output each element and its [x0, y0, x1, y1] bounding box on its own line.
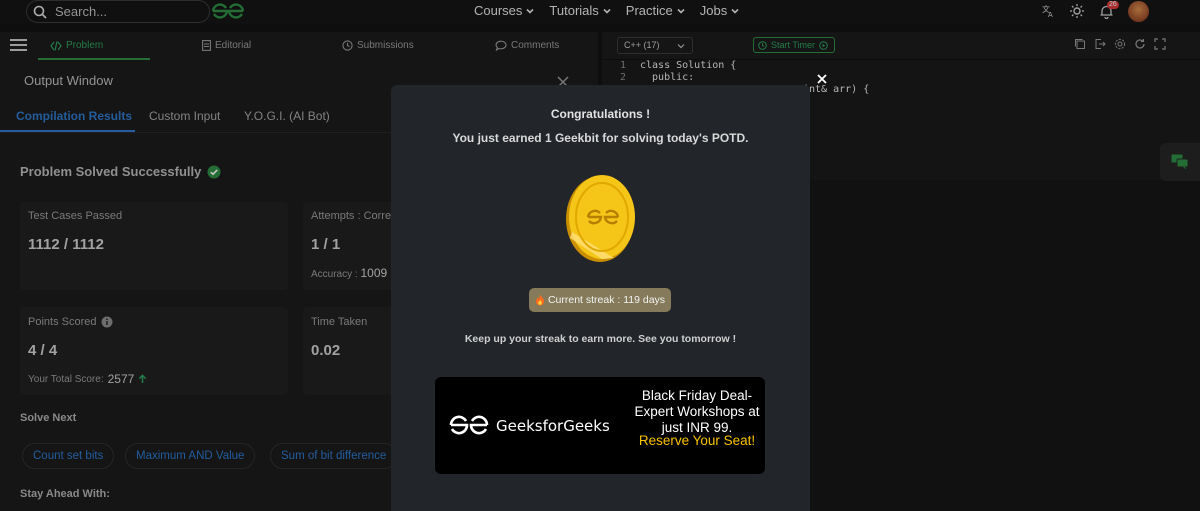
- points-label-row: Points Scored: [28, 316, 113, 328]
- nav-label: Tutorials: [549, 3, 599, 18]
- geekbit-coin-icon: [562, 172, 638, 264]
- line-number: 2: [620, 72, 627, 83]
- tab-comments[interactable]: Comments: [495, 40, 559, 51]
- fire-icon: [535, 294, 545, 306]
- tab-problem-label: Problem: [66, 40, 104, 51]
- search-placeholder: Search...: [55, 4, 108, 19]
- copy-icon[interactable]: [1074, 38, 1086, 50]
- promo-cta[interactable]: Reserve Your Seat!: [629, 433, 765, 449]
- solve-next-chip[interactable]: Count set bits: [22, 443, 115, 469]
- points-value: 4 / 4: [28, 342, 58, 359]
- nav-practice[interactable]: Practice: [626, 3, 686, 18]
- main-nav: Courses Tutorials Practice Jobs: [474, 3, 740, 18]
- tab-submissions-label: Submissions: [357, 40, 414, 51]
- solve-next-chip[interactable]: Maximum AND Value: [125, 443, 256, 469]
- chevron-down-icon: [676, 6, 686, 16]
- accuracy-row: Accuracy : 1009: [311, 266, 387, 280]
- chevron-down-icon: [602, 6, 612, 16]
- gfg-logo-icon[interactable]: [210, 1, 246, 21]
- translate-icon[interactable]: 文A: [1041, 4, 1055, 18]
- gfg-logo-icon: [448, 414, 490, 436]
- total-score-row: Your Total Score: 2577: [28, 372, 147, 386]
- attempts-value: 1 / 1: [311, 236, 341, 253]
- nav-label: Practice: [625, 3, 673, 18]
- menu-icon[interactable]: [10, 38, 27, 52]
- play-icon: [819, 40, 828, 50]
- code-icon: [50, 40, 62, 51]
- code-line: public:: [640, 72, 695, 83]
- code-line: class Solution {: [640, 60, 737, 71]
- search-icon: [33, 5, 47, 19]
- chevron-down-icon: [525, 6, 535, 16]
- code-line: int& arr) {: [803, 84, 870, 95]
- total-score-label: Your Total Score:: [28, 373, 104, 385]
- check-circle-icon: [207, 165, 221, 179]
- nav-label: Courses: [474, 3, 523, 18]
- tab-problem[interactable]: Problem: [50, 40, 103, 51]
- status-text: Problem Solved Successfully: [20, 164, 202, 179]
- info-icon[interactable]: [101, 316, 113, 328]
- export-icon[interactable]: [1094, 38, 1106, 50]
- nav-label: Jobs: [699, 3, 728, 18]
- attempts-label: Attempts : Corre: [311, 210, 392, 222]
- accuracy-value: 1009: [360, 266, 388, 280]
- output-window-title: Output Window: [24, 73, 113, 88]
- tab-compilation-results[interactable]: Compilation Results: [16, 109, 132, 123]
- tab-editorial-label: Editorial: [215, 40, 252, 51]
- problem-solved-status: Problem Solved Successfully: [20, 164, 221, 179]
- close-icon: [815, 72, 829, 86]
- editor-tools: [1074, 38, 1166, 50]
- tab-submissions[interactable]: Submissions: [342, 40, 414, 51]
- comment-icon: [495, 40, 507, 51]
- promo-brand: GeeksforGeeks: [496, 417, 610, 435]
- chat-button[interactable]: [1160, 143, 1200, 181]
- test-cases-value: 1112 / 1112: [28, 236, 104, 253]
- time-value: 0.02: [311, 342, 341, 359]
- svg-text:A: A: [1048, 12, 1053, 18]
- tab-editorial[interactable]: Editorial: [202, 40, 251, 51]
- promo-text: Black Friday Deal- Expert Workshops at j…: [634, 388, 760, 435]
- nav-jobs[interactable]: Jobs: [700, 3, 740, 18]
- chevron-down-icon: [730, 6, 740, 16]
- solve-next-chip[interactable]: Sum of bit difference: [270, 443, 398, 469]
- settings-icon[interactable]: [1114, 38, 1126, 50]
- streak-badge: Current streak : 119 days: [529, 288, 671, 312]
- reset-icon[interactable]: [1134, 38, 1146, 50]
- search-box[interactable]: Search...: [26, 0, 210, 23]
- tab-custom-input[interactable]: Custom Input: [149, 109, 220, 123]
- solve-next-heading: Solve Next: [20, 412, 77, 424]
- start-timer-label: Start Timer: [771, 40, 816, 50]
- accuracy-label: Accuracy :: [311, 269, 358, 280]
- line-number: 1: [620, 60, 627, 71]
- total-score-value: 2577: [107, 372, 135, 386]
- modal-subtitle: You just earned 1 Geekbit for solving to…: [452, 131, 749, 145]
- chevron-down-icon: [677, 43, 685, 49]
- document-icon: [202, 40, 211, 51]
- notification-badge: 26: [1107, 0, 1119, 9]
- points-label: Points Scored: [28, 316, 97, 328]
- user-avatar[interactable]: [1128, 1, 1149, 22]
- nav-tutorials[interactable]: Tutorials: [549, 3, 611, 18]
- stay-ahead-heading: Stay Ahead With:: [20, 488, 110, 500]
- modal-encouragement: Keep up your streak to earn more. See yo…: [464, 333, 737, 345]
- tab-comments-label: Comments: [511, 40, 560, 51]
- notifications-button[interactable]: 26: [1099, 0, 1119, 19]
- start-timer-button[interactable]: Start Timer: [753, 37, 835, 53]
- modal-close-button[interactable]: [815, 72, 829, 86]
- clock-icon: [758, 40, 767, 50]
- modal-title: Congratulations !: [550, 107, 651, 121]
- tab-yogi-ai-bot[interactable]: Y.O.G.I. (AI Bot): [244, 109, 330, 123]
- fullscreen-icon[interactable]: [1154, 38, 1166, 50]
- arrow-up-icon: [138, 374, 147, 384]
- nav-courses[interactable]: Courses: [474, 3, 535, 18]
- test-cases-label: Test Cases Passed: [28, 210, 123, 222]
- theme-toggle-icon[interactable]: [1069, 3, 1085, 19]
- streak-text: Current streak : 119 days: [547, 294, 666, 306]
- clock-icon: [342, 40, 353, 51]
- chat-icon: [1171, 154, 1189, 170]
- time-label: Time Taken: [311, 316, 368, 328]
